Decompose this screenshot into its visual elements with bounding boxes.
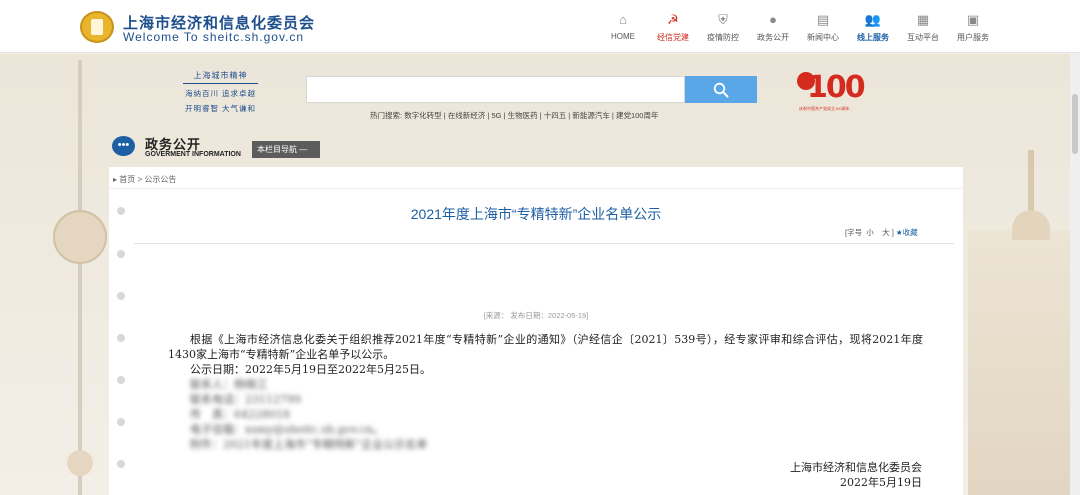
side-dot [117,292,125,300]
shield-icon: ⛨ [718,12,728,27]
contact-blurred: 传 真：64228018 [190,408,290,421]
party-emblem-icon: ☭ [667,12,679,27]
breadcrumb-bar [109,167,963,189]
hot-search-terms: 热门搜索: 数字化转型 | 在线新经济 | 5G | 生物医药 | 十四五 | … [370,111,659,120]
city-spirit-slogan: 上海城市精神 海纳百川 追求卓越 开明睿智 大气谦和 [183,70,258,114]
article-meta: [来源： 发布日期：2022-05-19] [483,311,589,320]
users-icon: 👥 [864,12,882,27]
favorite-button[interactable]: ★收藏 [896,228,918,237]
column-nav-button[interactable]: 本栏目导航 — [252,141,320,158]
hot-term[interactable]: 数字化转型 [404,111,442,120]
side-dot [117,250,125,258]
contact-blurred: 联系人：杨晓江 [190,378,267,391]
party-centenary-badge[interactable]: 100 庆祝中国共产党成立100周年 [797,70,866,120]
nav-item-gov-info[interactable]: ● 政务公开 [748,12,798,46]
nav-item-user-service[interactable]: ▣ 用户服务 [948,12,998,46]
attachment-link-blurred[interactable]: 附件：2021年度上海市“专精特新”企业公示名单 [168,437,923,452]
hot-term[interactable]: 十四五 [544,111,567,120]
centenary-number: 100 [807,70,866,105]
title-divider [134,243,954,244]
search-input[interactable] [306,76,685,103]
nav-label: HOME [611,32,635,41]
article-title: 2021年度上海市“专精特新”企业名单公示 [410,206,662,222]
site-header: 上海市经济和信息化委员会 Welcome To sheitc.sh.gov.cn… [0,0,1080,53]
hot-term[interactable]: 生物医药 [508,111,538,120]
hot-term[interactable]: 5G [491,111,501,120]
speech-bubble-icon: ••• [112,136,135,156]
section-title-en: GOVERMENT INFORMATION [145,151,241,158]
search-icon [713,82,729,97]
nav-label: 疫情防控 [707,33,739,42]
article-paragraph: 公示日期：2022年5月19日至2022年5月25日。 [190,363,431,376]
font-size-close: ] [891,228,894,237]
article-body: 根据《上海市经济信息化委关于组织推荐2021年度“专精特新”企业的通知》（沪经信… [168,332,923,452]
font-size-tools: [字号 小 大 ] ★收藏 [845,227,918,238]
chat-icon: ● [769,12,777,27]
site-name-en[interactable]: Welcome To sheitc.sh.gov.cn [123,30,304,44]
nav-label: 政务公开 [757,33,789,42]
side-dot [117,334,125,342]
breadcrumb-separator: > [137,175,143,184]
article-paragraph: 根据《上海市经济信息化委关于组织推荐2021年度“专精特新”企业的通知》（沪经信… [168,333,923,361]
font-large-button[interactable]: 大 [882,228,890,237]
page-scrollbar[interactable] [1070,54,1080,495]
party-emblem-icon [797,72,815,90]
site-logo-icon[interactable] [80,11,114,43]
side-dot [117,376,125,384]
nav-item-news[interactable]: ▤ 新闻中心 [798,12,848,46]
nav-item-online-service[interactable]: 👥 线上服务 [848,12,898,46]
scrollbar-thumb[interactable] [1072,94,1078,154]
slogan-title: 上海城市精神 [183,70,258,84]
home-icon: ⌂ [619,12,627,27]
oriental-pearl-tower-illustration [45,60,115,495]
search-button[interactable] [685,76,757,103]
breadcrumb-current[interactable]: 公示公告 [144,175,176,184]
signature-date: 2022年5月19日 [840,476,922,489]
nav-label: 用户服务 [957,33,989,42]
nav-label: 互动平台 [907,33,939,42]
contact-blurred: 联系电话：23112799 [190,393,301,406]
main-nav: ⌂ HOME ☭ 经信党建 ⛨ 疫情防控 ● 政务公开 ▤ 新闻中心 👥 线上服… [598,12,998,46]
hot-search-label: 热门搜索: [370,111,403,120]
grid-icon: ▦ [916,12,930,27]
breadcrumb-home[interactable]: 首页 [119,175,135,184]
nav-item-interaction[interactable]: ▦ 互动平台 [898,12,948,46]
contact-blurred: 电子信箱：xsmy@sheitc.sh.gov.cn。 [190,423,384,436]
side-dot [117,418,125,426]
hot-term[interactable]: 在线新经济 [448,111,486,120]
building-illustration [968,150,1080,495]
nav-label: 经信党建 [657,33,689,42]
book-icon: ▤ [816,12,830,27]
nav-item-party[interactable]: ☭ 经信党建 [648,12,698,46]
slogan-line-1: 海纳百川 追求卓越 [184,89,257,98]
hot-term[interactable]: 建党100周年 [616,111,659,120]
building-icon: ▣ [966,12,980,27]
nav-label: 新闻中心 [807,33,839,42]
font-small-button[interactable]: 小 [866,228,874,237]
nav-item-epidemic[interactable]: ⛨ 疫情防控 [698,12,748,46]
side-dot [117,460,125,468]
hot-term[interactable]: 新能源汽车 [572,111,610,120]
slogan-line-2: 开明睿智 大气谦和 [184,104,257,113]
font-size-label: [字号 [845,228,863,237]
centenary-caption: 庆祝中国共产党成立100周年 [799,106,850,111]
signature-org: 上海市经济和信息化委员会 [790,461,922,474]
breadcrumb: ▸ 首页 > 公示公告 [113,175,177,184]
nav-item-home[interactable]: ⌂ HOME [598,12,648,46]
nav-label: 线上服务 [857,33,889,42]
